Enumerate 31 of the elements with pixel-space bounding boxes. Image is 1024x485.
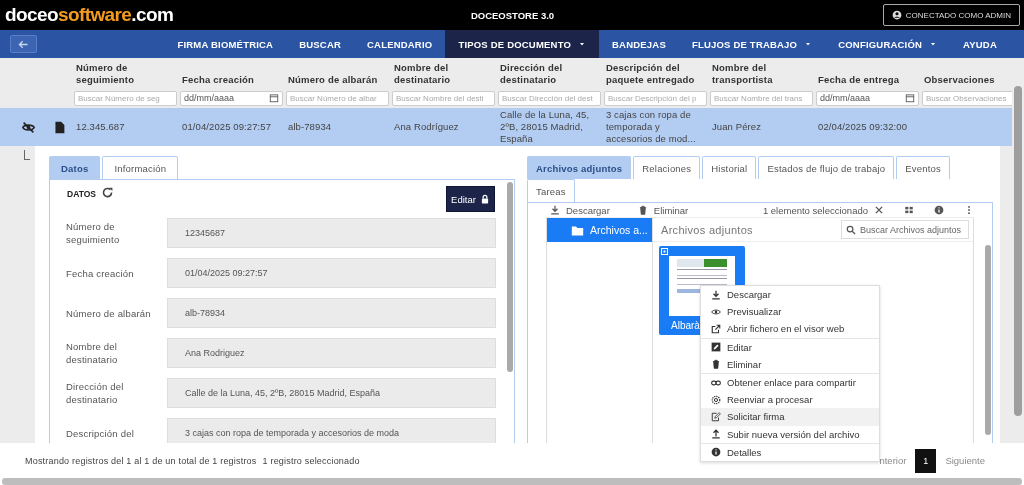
selection-summary: 1 registro seleccionado [262, 455, 360, 466]
column-header: Nombre del transportista [711, 62, 774, 86]
logo: doceosoftware.com [5, 4, 174, 26]
record-summary: Mostrando registros del 1 al 1 de un total de 1 registros [25, 455, 257, 466]
field-label: Nombre del destinatario [66, 340, 119, 366]
selection-count: 1 elemento seleccionado [762, 204, 868, 216]
app-title: DOCEOSTORE 3.0 [470, 9, 555, 21]
field-label: Descripción del [66, 426, 135, 440]
section-title: DATOS [67, 188, 96, 199]
column-header: Número de seguimiento [75, 62, 136, 86]
file-name: Albarà [670, 320, 700, 331]
field-label: Dirección del destinatario [66, 380, 125, 406]
field-label: Número de albarán [66, 306, 152, 320]
table-cell: Calle de la Luna, 45, 2ºB, 28015 Madrid, España [500, 109, 590, 144]
column-header: Fecha de entrega [817, 74, 901, 86]
table-cell: 12.345.687 [76, 121, 125, 132]
table-cell: Juan Pérez [712, 121, 762, 132]
table-cell: alb-78934 [288, 121, 332, 132]
field-label: Número de seguimiento [66, 220, 121, 246]
table-cell: 02/04/2025 09:32:00 [818, 121, 908, 132]
column-header: Fecha creación [181, 74, 255, 86]
column-header: Descripción del paquete entregado [605, 62, 696, 86]
column-header: Nombre del destinatario [393, 62, 452, 86]
table-cell: Ana Rodríguez [394, 121, 459, 132]
breadcrumb: Archivos adjuntos [661, 223, 753, 236]
table-cell: 01/04/2025 09:27:57 [182, 121, 272, 132]
column-header: Dirección del destinatario [499, 62, 564, 86]
table-cell: 3 cajas con ropa de temporada y accesorios de mod... [606, 109, 696, 144]
column-header: Número de albarán [287, 74, 379, 86]
field-label: Fecha creación [66, 266, 135, 280]
column-header: Observaciones [923, 74, 996, 86]
